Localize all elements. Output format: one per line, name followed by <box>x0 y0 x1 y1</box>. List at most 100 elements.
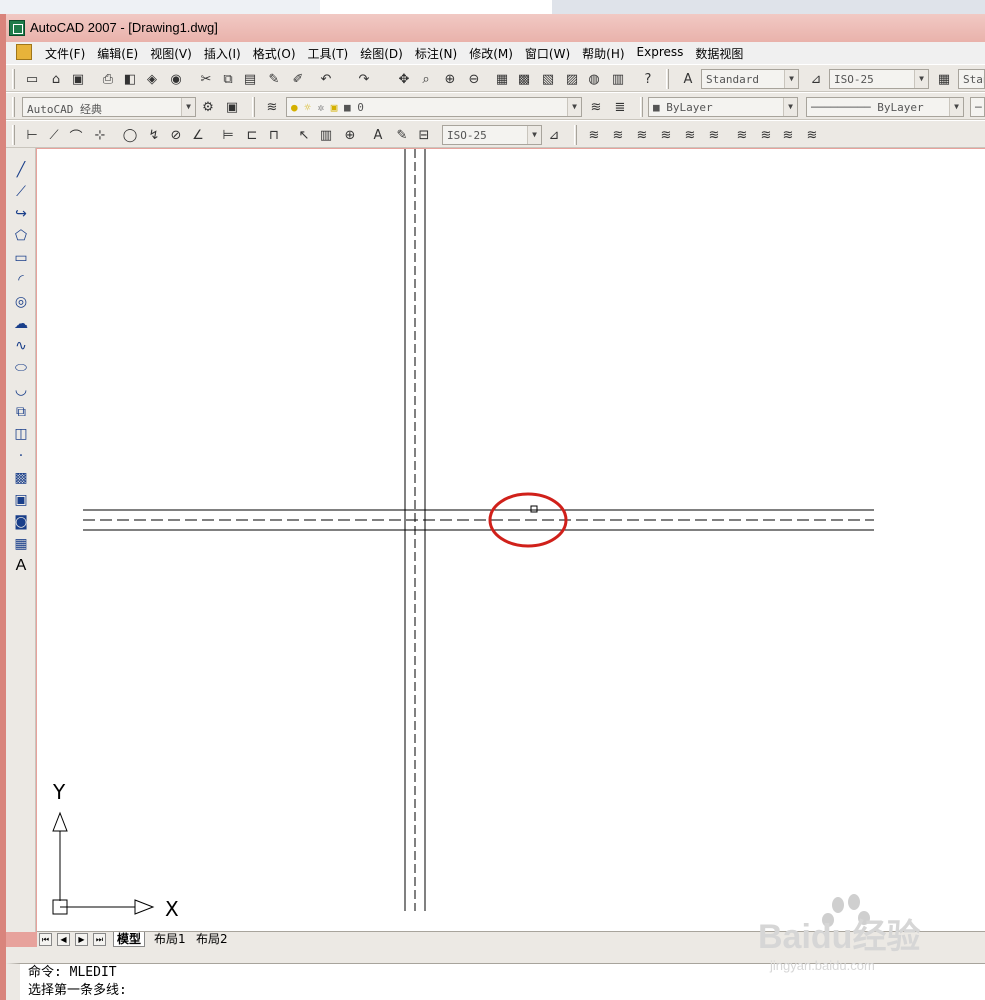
layer-tool-10-icon[interactable]: ≋ <box>802 125 822 145</box>
layer-tool-6-icon[interactable]: ≋ <box>704 125 724 145</box>
menu-help[interactable]: 帮助(H) <box>576 45 630 62</box>
menu-file[interactable]: 文件(F) <box>39 45 91 62</box>
diameter-dimension-icon[interactable]: ⊘ <box>166 125 186 145</box>
dimension-edit-icon[interactable]: A <box>368 125 388 145</box>
rectangle-icon[interactable]: ▭ <box>11 248 31 268</box>
layer-tool-1-icon[interactable]: ≋ <box>584 125 604 145</box>
cut-icon[interactable]: ✂ <box>196 69 216 89</box>
construction-line-icon[interactable]: ⟋ <box>11 182 31 202</box>
color-combo[interactable]: ■ ByLayer ▼ <box>648 97 798 117</box>
toolbar-grip[interactable] <box>12 69 15 89</box>
match-properties-icon[interactable]: ✎ <box>264 69 284 89</box>
prev-tab-icon[interactable]: ◀ <box>57 933 70 946</box>
undo-icon[interactable]: ↶ <box>316 69 336 89</box>
layer-tool-4-icon[interactable]: ≋ <box>656 125 676 145</box>
document-icon[interactable] <box>16 44 32 60</box>
tool-palettes-icon[interactable]: ▧ <box>538 69 558 89</box>
ellipse-icon[interactable]: ⬭ <box>11 358 31 378</box>
jogged-dimension-icon[interactable]: ↯ <box>144 125 164 145</box>
browser-tab-1[interactable] <box>0 0 320 14</box>
chevron-down-icon[interactable]: ▼ <box>949 98 963 116</box>
arc-icon[interactable]: ◜ <box>11 270 31 290</box>
menu-dimension[interactable]: 标注(N) <box>409 45 463 62</box>
save-workspace-icon[interactable]: ▣ <box>222 97 242 117</box>
linear-dimension-icon[interactable]: ⊢ <box>22 125 42 145</box>
insert-block-icon[interactable]: ⧉ <box>11 402 31 422</box>
gradient-icon[interactable]: ▣ <box>11 490 31 510</box>
radius-dimension-icon[interactable]: ◯ <box>120 125 140 145</box>
linetype-combo[interactable]: ───────── ByLayer ▼ <box>806 97 964 117</box>
drawing-area[interactable]: Y X <box>37 149 985 931</box>
menu-insert[interactable]: 插入(I) <box>198 45 247 62</box>
pan-icon[interactable]: ✥ <box>394 69 414 89</box>
make-block-icon[interactable]: ◫ <box>11 424 31 444</box>
properties-icon[interactable]: ▦ <box>492 69 512 89</box>
layer-tool-5-icon[interactable]: ≋ <box>680 125 700 145</box>
menu-edit[interactable]: 编辑(E) <box>91 45 144 62</box>
region-icon[interactable]: ◙ <box>11 512 31 532</box>
tolerance-icon[interactable]: ▥ <box>316 125 336 145</box>
workspace-combo[interactable]: AutoCAD 经典 ▼ <box>22 97 196 117</box>
tab-model[interactable]: 模型 <box>113 932 146 947</box>
menu-express[interactable]: Express <box>631 45 690 62</box>
chevron-down-icon[interactable]: ▼ <box>527 126 541 144</box>
center-mark-icon[interactable]: ⊕ <box>340 125 360 145</box>
dim-style-combo[interactable]: ISO-25 ▼ <box>829 69 929 89</box>
zoom-previous-icon[interactable]: ⊖ <box>464 69 484 89</box>
toolbar-grip[interactable] <box>12 97 15 117</box>
help-icon[interactable]: ? <box>638 69 658 89</box>
ordinate-dimension-icon[interactable]: ⊹ <box>90 125 110 145</box>
layer-tool-9-icon[interactable]: ≋ <box>778 125 798 145</box>
menu-window[interactable]: 窗口(W) <box>519 45 576 62</box>
layer-tool-3-icon[interactable]: ≋ <box>632 125 652 145</box>
hatch-icon[interactable]: ▩ <box>11 468 31 488</box>
layer-manager-icon[interactable]: ≋ <box>262 97 282 117</box>
angular-dimension-icon[interactable]: ∠ <box>188 125 208 145</box>
first-tab-icon[interactable]: ⏮ <box>39 933 52 946</box>
toolbar-grip[interactable] <box>574 125 577 145</box>
menu-tools[interactable]: 工具(T) <box>302 45 355 62</box>
paste-icon[interactable]: ▤ <box>240 69 260 89</box>
redo-icon[interactable]: ↷ <box>354 69 374 89</box>
chevron-down-icon[interactable]: ▼ <box>784 70 798 88</box>
arc-length-icon[interactable]: ⌒ <box>66 125 86 145</box>
continue-dimension-icon[interactable]: ⊓ <box>264 125 284 145</box>
save-icon[interactable]: ▣ <box>68 69 88 89</box>
menu-draw[interactable]: 绘图(D) <box>354 45 409 62</box>
autocad-app-icon[interactable] <box>9 20 25 36</box>
command-prompt-line[interactable]: 选择第一条多线: <box>20 982 985 1000</box>
tab-layout2[interactable]: 布局2 <box>193 932 231 947</box>
plot-preview-icon[interactable]: ◧ <box>120 69 140 89</box>
toolbar-grip[interactable] <box>252 97 255 117</box>
menu-view[interactable]: 视图(V) <box>144 45 198 62</box>
chevron-down-icon[interactable]: ▼ <box>181 98 195 116</box>
table-icon[interactable]: ▦ <box>11 534 31 554</box>
layer-combo[interactable]: ● ☼ ✲ ▣ ■ 0 ▼ <box>286 97 582 117</box>
table-style-icon[interactable]: ▦ <box>934 69 954 89</box>
chevron-down-icon[interactable]: ▼ <box>783 98 797 116</box>
dim-style-icon[interactable]: ⊿ <box>806 69 826 89</box>
circle-icon[interactable]: ◎ <box>11 292 31 312</box>
layer-previous-icon[interactable]: ≣ <box>610 97 630 117</box>
point-icon[interactable]: · <box>11 446 31 466</box>
tab-layout1[interactable]: 布局1 <box>151 932 189 947</box>
dimension-style-combo[interactable]: ISO-25 ▼ <box>442 125 542 145</box>
layer-tool-2-icon[interactable]: ≋ <box>608 125 628 145</box>
zoom-realtime-icon[interactable]: ⌕ <box>416 69 436 89</box>
text-style-combo[interactable]: Standard ▼ <box>701 69 799 89</box>
toolbar-grip[interactable] <box>12 125 15 145</box>
spline-icon[interactable]: ∿ <box>11 336 31 356</box>
polygon-icon[interactable]: ⬠ <box>11 226 31 246</box>
markup-icon[interactable]: ◍ <box>584 69 604 89</box>
design-center-icon[interactable]: ▩ <box>514 69 534 89</box>
calculator-icon[interactable]: ▥ <box>608 69 628 89</box>
copy-icon[interactable]: ⧉ <box>218 69 238 89</box>
plot-icon[interactable]: ⎙ <box>98 69 118 89</box>
toolbar-grip[interactable] <box>640 97 643 117</box>
layer-tool-7-icon[interactable]: ≋ <box>732 125 752 145</box>
line-icon[interactable]: ╱ <box>11 160 31 180</box>
text-style-icon[interactable]: A <box>678 69 698 89</box>
new-icon[interactable]: ▭ <box>22 69 42 89</box>
polyline-icon[interactable]: ↪ <box>11 204 31 224</box>
browser-tab-2[interactable] <box>320 0 552 14</box>
